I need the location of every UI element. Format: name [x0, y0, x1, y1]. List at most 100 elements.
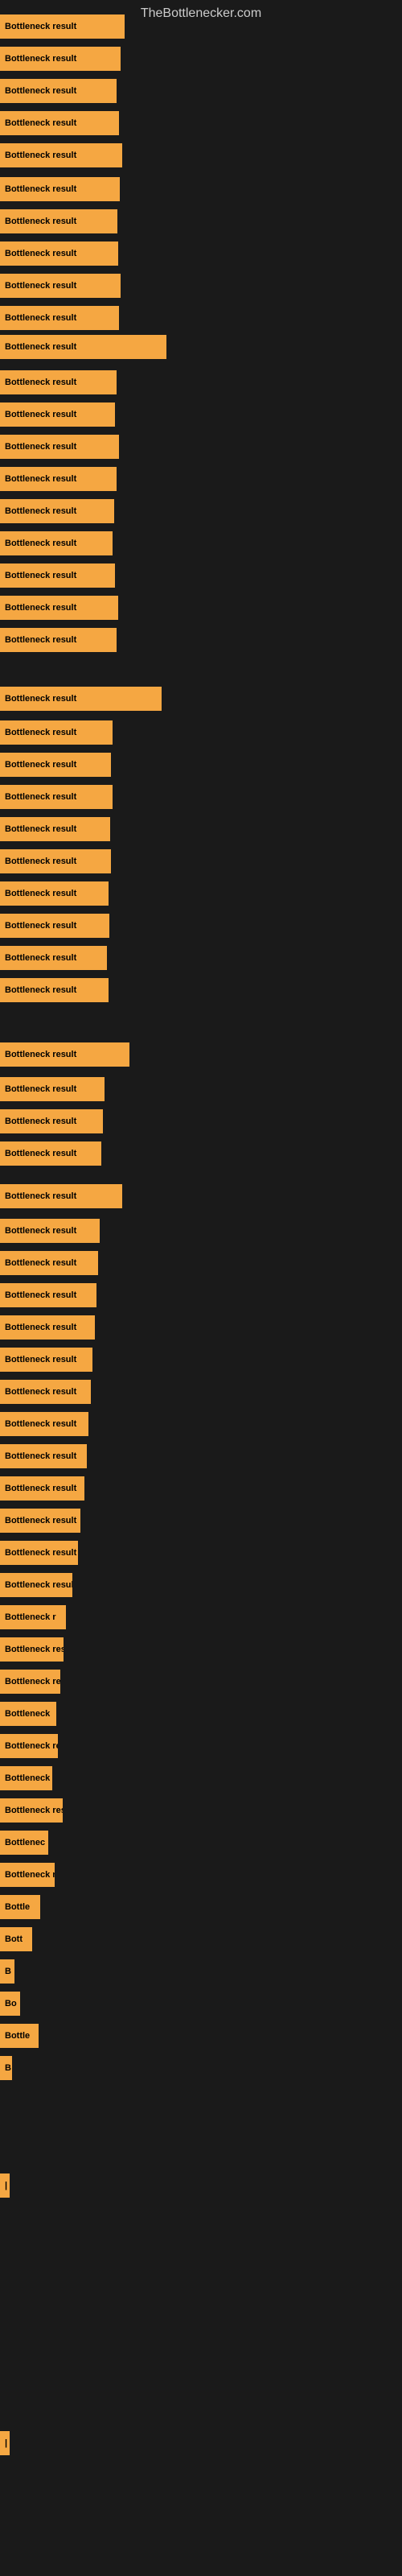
bar-label: Bottleneck result	[0, 1476, 84, 1501]
bar-item: Bottleneck result	[0, 370, 117, 394]
bar-item: Bottleneck result	[0, 209, 117, 233]
bar-label: Bottleneck result	[0, 1042, 129, 1067]
bar-label: Bottleneck result	[0, 242, 118, 266]
bar-item: Bottleneck result	[0, 881, 109, 906]
bar-item: Bottleneck result	[0, 1141, 101, 1166]
bar-item: B	[0, 2056, 12, 2080]
bar-item: Bottleneck result	[0, 435, 119, 459]
bar-item: Bottleneck result	[0, 753, 111, 777]
bar-item: Bottleneck result	[0, 111, 119, 135]
bar-item: Bottleneck result	[0, 564, 115, 588]
bar-item: Bottleneck result	[0, 978, 109, 1002]
bar-item: Bottleneck re	[0, 1734, 58, 1758]
bar-label: Bottleneck resu	[0, 1798, 63, 1823]
bar-item: Bottleneck result	[0, 785, 113, 809]
bar-label: Bottleneck result	[0, 1077, 105, 1101]
bar-item: Bottleneck result	[0, 1251, 98, 1275]
bar-item: |	[0, 2174, 10, 2198]
bar-label: Bottleneck result	[0, 274, 121, 298]
bar-item: |	[0, 2431, 10, 2455]
bar-item: Bottleneck result	[0, 1380, 91, 1404]
bar-label: Bottleneck result	[0, 1109, 103, 1133]
bar-label: Bottleneck result	[0, 881, 109, 906]
bar-label: Bottleneck result	[0, 177, 120, 201]
bar-label: Bottleneck re	[0, 1734, 58, 1758]
bar-item: Bottleneck result	[0, 817, 110, 841]
bar-label: Bottleneck result	[0, 1283, 96, 1307]
bar-label: Bottleneck result	[0, 753, 111, 777]
bar-item: Bottleneck result	[0, 499, 114, 523]
bar-item: Bottleneck result	[0, 687, 162, 711]
bar-label: Bottleneck result	[0, 817, 110, 841]
bar-label: Bottleneck result	[0, 849, 111, 873]
bar-label: Bottleneck result	[0, 370, 117, 394]
bar-label: Bottleneck r	[0, 1766, 52, 1790]
bar-label: Bottleneck result	[0, 531, 113, 555]
bar-label: Bottleneck result	[0, 596, 118, 620]
bar-item: Bottle	[0, 2024, 39, 2048]
bar-label: Bottle	[0, 2024, 39, 2048]
bar-label: Bo	[0, 1992, 20, 2016]
bar-item: Bottleneck result	[0, 914, 109, 938]
bar-item: Bottleneck r	[0, 1605, 66, 1629]
bar-label: Bott	[0, 1927, 32, 1951]
bar-label: Bottleneck result	[0, 785, 113, 809]
bar-label: Bottleneck result	[0, 1509, 80, 1533]
bar-item: Bottleneck result	[0, 177, 120, 201]
bar-label: Bottleneck result	[0, 499, 114, 523]
bar-item: Bottleneck result	[0, 1219, 100, 1243]
bar-item: Bottleneck result	[0, 1476, 84, 1501]
bar-label: Bottleneck result	[0, 209, 117, 233]
bar-item: Bottleneck result	[0, 1077, 105, 1101]
bar-label: Bottleneck result	[0, 946, 107, 970]
bar-item: Bottlenec	[0, 1831, 48, 1855]
bar-label: B	[0, 1959, 14, 1984]
bar-item: Bottle	[0, 1895, 40, 1919]
bar-item: Bottleneck r	[0, 1766, 52, 1790]
bar-item: Bottleneck result	[0, 467, 117, 491]
bar-label: Bottleneck result	[0, 306, 119, 330]
bar-label: Bottleneck result	[0, 1380, 91, 1404]
bar-item: Bottleneck result	[0, 1184, 122, 1208]
bar-label: |	[0, 2174, 10, 2198]
bar-item: Bottleneck result	[0, 1509, 80, 1533]
bar-label: Bottleneck result	[0, 1541, 78, 1565]
bar-label: Bottleneck result	[0, 1219, 100, 1243]
bar-item: Bottleneck result	[0, 14, 125, 39]
bar-label: Bottleneck result	[0, 402, 115, 427]
bar-item: Bottleneck result	[0, 1412, 88, 1436]
bar-label: Bottleneck result	[0, 335, 166, 359]
bar-label: Bottleneck result	[0, 978, 109, 1002]
bar-item: Bottleneck result	[0, 1637, 64, 1662]
bar-label: Bottleneck result	[0, 1637, 64, 1662]
bar-label: Bottleneck result	[0, 47, 121, 71]
bar-label: Bottleneck result	[0, 143, 122, 167]
bar-label: Bottleneck re	[0, 1670, 60, 1694]
bar-item: Bottleneck result	[0, 274, 121, 298]
bar-label: Bottleneck result	[0, 914, 109, 938]
bar-item: Bott	[0, 1927, 32, 1951]
bar-item: Bottleneck r	[0, 1863, 55, 1887]
bar-label: Bottleneck result	[0, 1315, 95, 1340]
bar-item: Bottleneck result	[0, 143, 122, 167]
bar-item: Bottleneck result	[0, 79, 117, 103]
bar-label: Bottleneck	[0, 1702, 56, 1726]
bar-label: Bottleneck r	[0, 1605, 66, 1629]
bar-item: Bottleneck re	[0, 1670, 60, 1694]
bar-label: Bottleneck result	[0, 1348, 92, 1372]
bar-item: Bottleneck result	[0, 849, 111, 873]
bar-item: Bottleneck result	[0, 306, 119, 330]
bar-label: Bottleneck r	[0, 1863, 55, 1887]
bar-item: Bottleneck result	[0, 47, 121, 71]
bar-label: |	[0, 2431, 10, 2455]
bar-item: Bottleneck result	[0, 1444, 87, 1468]
bar-item: Bottleneck result	[0, 242, 118, 266]
bar-label: Bottleneck result	[0, 467, 117, 491]
bar-item: Bottleneck result	[0, 402, 115, 427]
bar-item: Bottleneck result	[0, 1573, 72, 1597]
bar-label: Bottleneck result	[0, 1573, 72, 1597]
bar-label: Bottleneck result	[0, 111, 119, 135]
bar-item: Bottleneck result	[0, 596, 118, 620]
bar-item: Bottleneck result	[0, 1042, 129, 1067]
bar-label: Bottleneck result	[0, 564, 115, 588]
